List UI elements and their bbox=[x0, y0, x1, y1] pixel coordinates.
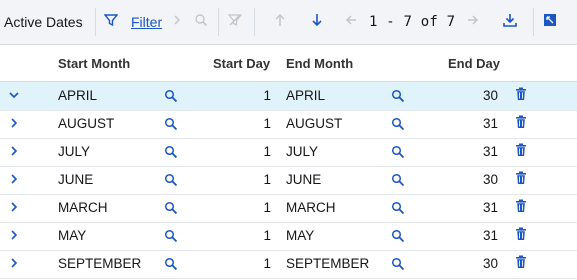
sort-down-button[interactable] bbox=[311, 0, 323, 44]
search-icon[interactable] bbox=[164, 173, 178, 190]
trash-icon[interactable] bbox=[515, 171, 527, 188]
start-day-cell: 1 bbox=[263, 172, 271, 187]
maximize-icon bbox=[543, 13, 557, 32]
clear-filter-icon bbox=[227, 13, 243, 32]
start-day-cell: 1 bbox=[263, 228, 271, 243]
pager-text: 1 - 7 of 7 bbox=[369, 14, 456, 30]
start-month-cell: APRIL bbox=[58, 88, 98, 103]
download-button[interactable] bbox=[502, 0, 518, 44]
start-day-cell: 1 bbox=[263, 88, 271, 103]
end-day-cell: 30 bbox=[482, 88, 498, 103]
download-icon bbox=[502, 12, 518, 33]
arrow-left-icon bbox=[345, 13, 357, 31]
trash-icon[interactable] bbox=[515, 115, 527, 132]
arrow-up-icon bbox=[274, 13, 286, 32]
trash-icon[interactable] bbox=[515, 143, 527, 160]
clear-filter-button[interactable] bbox=[227, 0, 243, 44]
search-icon[interactable] bbox=[391, 257, 405, 274]
start-month-cell: JULY bbox=[58, 144, 91, 159]
end-month-cell: AUGUST bbox=[286, 116, 343, 131]
start-day-cell: 1 bbox=[263, 256, 271, 271]
arrow-right-icon bbox=[467, 13, 479, 31]
search-icon[interactable] bbox=[391, 89, 405, 106]
filter-label: Filter bbox=[131, 14, 163, 30]
maximize-button[interactable] bbox=[543, 0, 557, 44]
column-header-end-day[interactable]: End Day bbox=[448, 56, 500, 71]
trash-icon[interactable] bbox=[515, 87, 527, 104]
end-day-cell: 31 bbox=[482, 116, 498, 131]
chevron-down-icon[interactable] bbox=[8, 87, 20, 106]
table-row[interactable]: JUNE 1 JUNE 30 bbox=[0, 166, 577, 195]
search-icon[interactable] bbox=[391, 145, 405, 162]
chevron-right-icon[interactable] bbox=[8, 115, 20, 134]
trash-icon[interactable] bbox=[515, 227, 527, 244]
trash-icon[interactable] bbox=[515, 199, 527, 216]
toolbar-divider bbox=[533, 8, 534, 36]
filter-icon bbox=[103, 13, 122, 31]
search-icon[interactable] bbox=[164, 229, 178, 246]
table-toolbar: Active Dates Filter 1 - 7 of 7 bbox=[0, 0, 577, 45]
table-header: Start Month Start Day End Month End Day bbox=[0, 45, 577, 82]
prev-page-button[interactable] bbox=[345, 0, 357, 44]
search-icon[interactable] bbox=[391, 229, 405, 246]
end-month-cell: MARCH bbox=[286, 200, 336, 215]
trash-icon[interactable] bbox=[515, 255, 527, 272]
start-month-cell: MAY bbox=[58, 228, 87, 243]
start-month-cell: MARCH bbox=[58, 200, 108, 215]
table-row[interactable]: AUGUST 1 AUGUST 31 bbox=[0, 110, 577, 139]
filter-next-button[interactable] bbox=[172, 0, 182, 44]
search-icon[interactable] bbox=[164, 117, 178, 134]
filter-search-button[interactable] bbox=[194, 0, 208, 44]
chevron-right-icon[interactable] bbox=[8, 171, 20, 190]
end-month-cell: JULY bbox=[286, 144, 319, 159]
search-icon[interactable] bbox=[164, 145, 178, 162]
toolbar-divider bbox=[95, 8, 96, 36]
start-month-cell: AUGUST bbox=[58, 116, 115, 131]
chevron-right-icon[interactable] bbox=[8, 199, 20, 218]
search-icon bbox=[194, 13, 208, 32]
search-icon[interactable] bbox=[164, 89, 178, 106]
table-row[interactable]: MAY 1 MAY 31 bbox=[0, 222, 577, 251]
search-icon[interactable] bbox=[391, 173, 405, 190]
search-icon[interactable] bbox=[164, 201, 178, 218]
column-header-end-month[interactable]: End Month bbox=[286, 56, 353, 71]
search-icon[interactable] bbox=[164, 257, 178, 274]
toolbar-divider bbox=[218, 8, 219, 36]
column-header-start-day[interactable]: Start Day bbox=[213, 56, 270, 71]
end-day-cell: 30 bbox=[482, 256, 498, 271]
chevron-right-icon bbox=[172, 13, 182, 31]
toolbar-divider bbox=[254, 8, 255, 36]
start-day-cell: 1 bbox=[263, 200, 271, 215]
chevron-right-icon[interactable] bbox=[8, 227, 20, 246]
search-icon[interactable] bbox=[391, 201, 405, 218]
start-month-cell: JUNE bbox=[58, 172, 94, 187]
table-row[interactable]: MARCH 1 MARCH 31 bbox=[0, 194, 577, 223]
search-icon[interactable] bbox=[391, 117, 405, 134]
end-day-cell: 31 bbox=[482, 144, 498, 159]
end-day-cell: 31 bbox=[482, 200, 498, 215]
sort-up-button[interactable] bbox=[274, 0, 286, 44]
end-month-cell: SEPTEMBER bbox=[286, 256, 370, 271]
chevron-right-icon[interactable] bbox=[8, 143, 20, 162]
end-day-cell: 30 bbox=[482, 172, 498, 187]
arrow-down-icon bbox=[311, 13, 323, 32]
start-month-cell: SEPTEMBER bbox=[58, 256, 142, 271]
chevron-right-icon[interactable] bbox=[8, 255, 20, 274]
end-month-cell: MAY bbox=[286, 228, 315, 243]
table-row[interactable]: SEPTEMBER 1 SEPTEMBER 30 bbox=[0, 250, 577, 279]
table-row[interactable]: JULY 1 JULY 31 bbox=[0, 138, 577, 167]
start-day-cell: 1 bbox=[263, 116, 271, 131]
next-page-button[interactable] bbox=[467, 0, 479, 44]
end-month-cell: APRIL bbox=[286, 88, 326, 103]
column-header-start-month[interactable]: Start Month bbox=[58, 56, 130, 71]
start-day-cell: 1 bbox=[263, 144, 271, 159]
table-row[interactable]: APRIL 1 APRIL 30 bbox=[0, 82, 577, 111]
filter-button[interactable]: Filter bbox=[103, 0, 163, 44]
end-month-cell: JUNE bbox=[286, 172, 322, 187]
end-day-cell: 31 bbox=[482, 228, 498, 243]
table-title: Active Dates bbox=[4, 14, 83, 30]
